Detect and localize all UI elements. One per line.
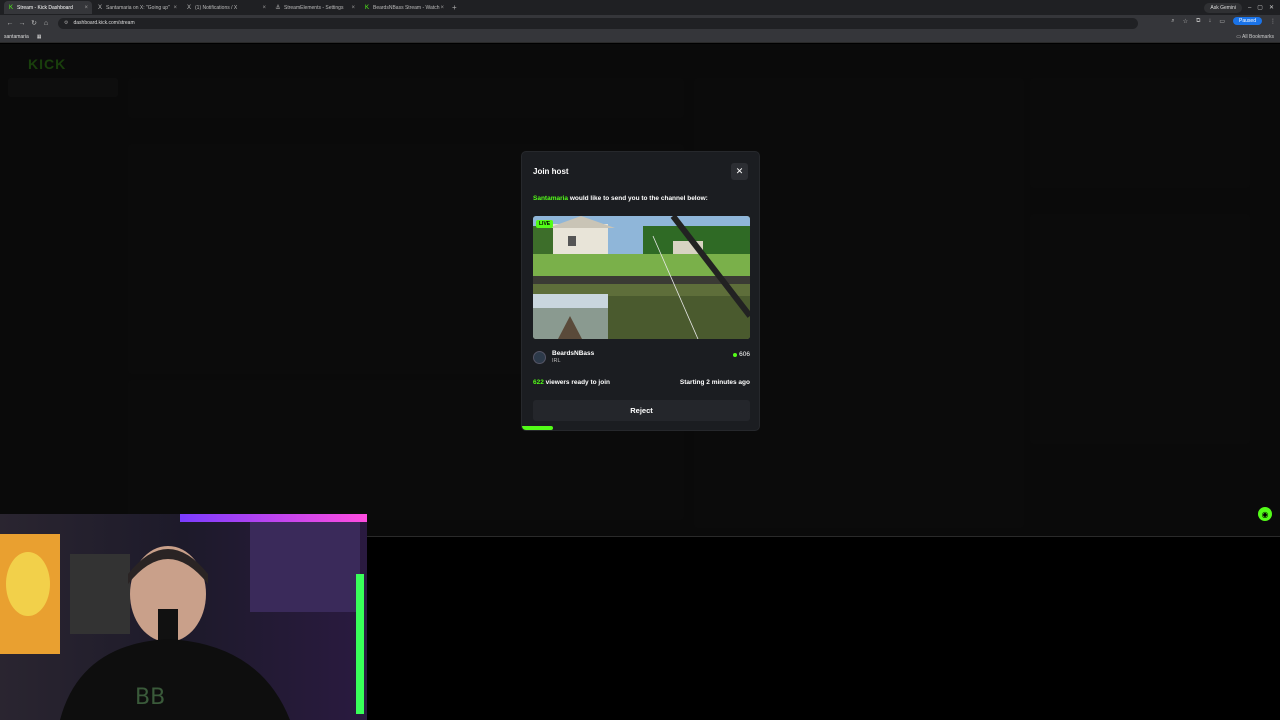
reject-button[interactable]: Reject <box>533 400 750 421</box>
streamelements-favicon-icon: ⚓ <box>275 4 281 11</box>
ready-count: 622 <box>533 379 544 386</box>
invite-text: would like to send you to the channel be… <box>568 195 708 202</box>
side-panel-icon[interactable]: ▭ <box>1219 18 1225 25</box>
folder-icon: ▭ <box>1236 34 1241 40</box>
ready-text: viewers ready to join <box>543 379 610 386</box>
tab-close-icon[interactable]: × <box>440 5 444 11</box>
kick-favicon-icon: K <box>8 4 13 11</box>
countdown-progress <box>522 426 759 430</box>
channel-actions-panel <box>1030 214 1250 444</box>
url-text: dashboard.kick.com/stream <box>73 20 135 26</box>
sidebar-item[interactable] <box>8 173 118 192</box>
avatar <box>533 351 546 364</box>
webcam-overlay: BB <box>0 514 367 720</box>
sidebar-item[interactable] <box>8 211 118 230</box>
kick-logo: KICK <box>28 56 67 72</box>
sidebar-item[interactable] <box>8 97 118 116</box>
sidebar-item[interactable] <box>8 135 118 154</box>
all-bookmarks-button[interactable]: ▭ All Bookmarks <box>1236 34 1274 40</box>
countdown-progress-fill <box>522 426 554 430</box>
all-bookmarks-label: All Bookmarks <box>1242 34 1274 40</box>
browser-tab[interactable]: X (1) Notifications / X × <box>182 1 270 14</box>
new-tab-icon[interactable]: + <box>452 3 457 12</box>
channel-category[interactable]: IRL <box>552 358 561 364</box>
tab-close-icon[interactable]: × <box>262 5 266 11</box>
kick-favicon-icon: K <box>364 4 369 11</box>
extensions-icon[interactable]: ⧉ <box>1196 18 1200 25</box>
channel-name[interactable]: BeardsNBass <box>552 350 594 357</box>
host-name[interactable]: Santamaria <box>533 195 568 202</box>
reload-icon[interactable]: ↻ <box>28 19 40 27</box>
browser-toolbar: ← → ↻ ⌂ ⚙ dashboard.kick.com/stream ⌕ ☆ … <box>0 15 1280 31</box>
close-icon: ✕ <box>735 166 744 176</box>
bookmark-item[interactable]: santamaria <box>4 34 29 40</box>
live-badge: LIVE <box>536 220 554 228</box>
ask-gemini-button[interactable]: Ask Gemini <box>1204 2 1242 13</box>
maximize-icon[interactable]: ▢ <box>1257 4 1263 11</box>
chat-bubble-icon: ◉ <box>1261 509 1269 519</box>
sidebar-item[interactable] <box>8 192 118 211</box>
channel-info: BeardsNBass IRL 606 <box>533 350 750 366</box>
modal-title: Join host <box>533 167 569 176</box>
apps-grid-icon[interactable]: ▦ <box>37 34 42 40</box>
stream-info-panel <box>1030 78 1250 188</box>
x-favicon-icon: X <box>97 4 102 11</box>
window-controls: Ask Gemini – ▢ ✕ <box>1204 0 1280 15</box>
live-dot-icon <box>733 352 738 357</box>
support-chat-button[interactable]: ◉ <box>1258 507 1272 521</box>
download-icon[interactable]: ↓ <box>1208 18 1211 24</box>
browser-tab[interactable]: K BeardsNBass Stream - Watch × <box>360 1 448 14</box>
sidebar-item[interactable] <box>8 154 118 173</box>
sidebar-item[interactable] <box>8 78 118 97</box>
site-info-icon[interactable]: ⚙ <box>64 20 68 26</box>
minimize-icon[interactable]: – <box>1248 5 1251 11</box>
tab-close-icon[interactable]: × <box>173 5 177 11</box>
back-icon[interactable]: ← <box>4 20 16 27</box>
bookmarks-bar: santamaria ▦ ▭ All Bookmarks <box>0 31 1280 43</box>
channel-preview-thumbnail[interactable]: LIVE <box>533 216 750 339</box>
close-window-icon[interactable]: ✕ <box>1269 4 1274 11</box>
tab-close-icon[interactable]: × <box>351 5 355 11</box>
browser-tab[interactable]: K Stream - Kick Dashboard × <box>4 1 92 14</box>
browser-tab[interactable]: ⚓ StreamElements - Settings × <box>271 1 359 14</box>
join-stats: 622 viewers ready to join Starting 2 min… <box>533 379 750 386</box>
tab-label: (1) Notifications / X <box>195 4 238 11</box>
sidebar <box>8 78 118 230</box>
menu-icon[interactable]: ⋮ <box>1270 18 1276 25</box>
bookmark-star-icon[interactable]: ☆ <box>1183 18 1188 25</box>
address-bar[interactable]: ⚙ dashboard.kick.com/stream <box>58 17 1138 29</box>
join-host-modal: Join host ✕ Santamaria would like to sen… <box>521 151 760 431</box>
browser-tab[interactable]: X Santamaria on X: "Going up" × <box>93 1 181 14</box>
divider-line <box>366 536 1280 537</box>
zoom-icon[interactable]: ⌕ <box>1171 18 1174 25</box>
home-icon[interactable]: ⌂ <box>40 20 52 27</box>
browser-tab-strip: K Stream - Kick Dashboard × X Santamaria… <box>0 0 1280 15</box>
session-panel <box>128 78 684 118</box>
tab-label: Santamaria on X: "Going up" <box>106 4 170 11</box>
svg-text:BB: BB <box>135 685 165 710</box>
viewer-count-value: 606 <box>739 351 750 358</box>
stream-thumbnail-image <box>533 216 750 339</box>
x-favicon-icon: X <box>186 4 191 11</box>
starting-time: Starting 2 minutes ago <box>679 379 750 386</box>
tab-label: BeardsNBass Stream - Watch <box>373 4 440 11</box>
viewer-count: 606 <box>733 351 750 358</box>
profile-paused-button[interactable]: Paused <box>1233 17 1262 25</box>
webcam-image: BB <box>0 514 367 720</box>
tab-label: StreamElements - Settings <box>284 4 344 11</box>
tab-close-icon[interactable]: × <box>84 5 88 11</box>
invite-message: Santamaria would like to send you to the… <box>533 195 708 202</box>
sidebar-item[interactable] <box>8 116 118 135</box>
tab-label: Stream - Kick Dashboard <box>17 4 73 11</box>
close-button[interactable]: ✕ <box>731 163 748 180</box>
forward-icon[interactable]: → <box>16 20 28 27</box>
